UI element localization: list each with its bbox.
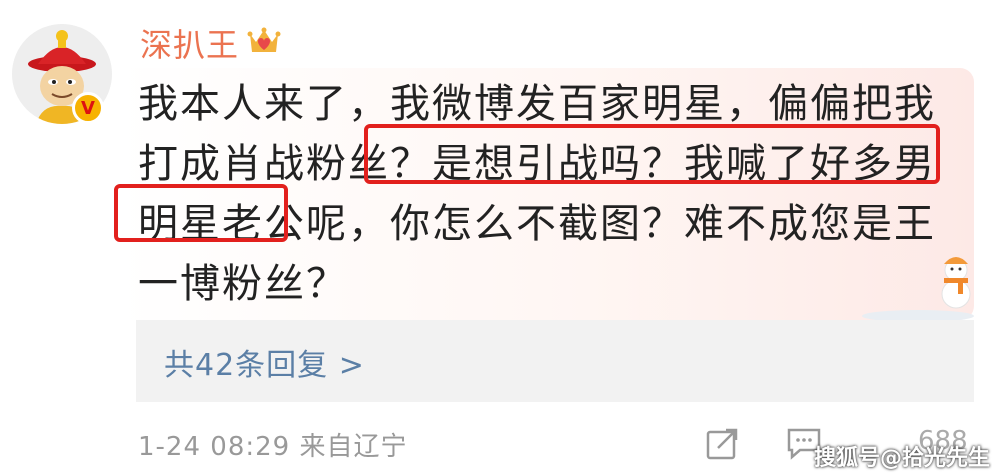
username[interactable]: 深扒王	[140, 20, 239, 66]
replies-panel[interactable]: 共42条回复 >	[136, 320, 974, 402]
watermark: 搜狐号@拾光先生	[814, 446, 991, 471]
highlight-box-1	[364, 124, 940, 184]
crown-heart-icon[interactable]	[246, 22, 282, 58]
snowman-icon	[862, 257, 974, 322]
comment-time-location: 1-24 08:29 来自辽宁	[138, 432, 408, 462]
verified-v-icon: V	[72, 92, 104, 124]
highlight-box-2	[114, 184, 288, 242]
view-replies-link[interactable]: 共42条回复 >	[164, 340, 365, 384]
share-icon[interactable]	[704, 426, 740, 462]
